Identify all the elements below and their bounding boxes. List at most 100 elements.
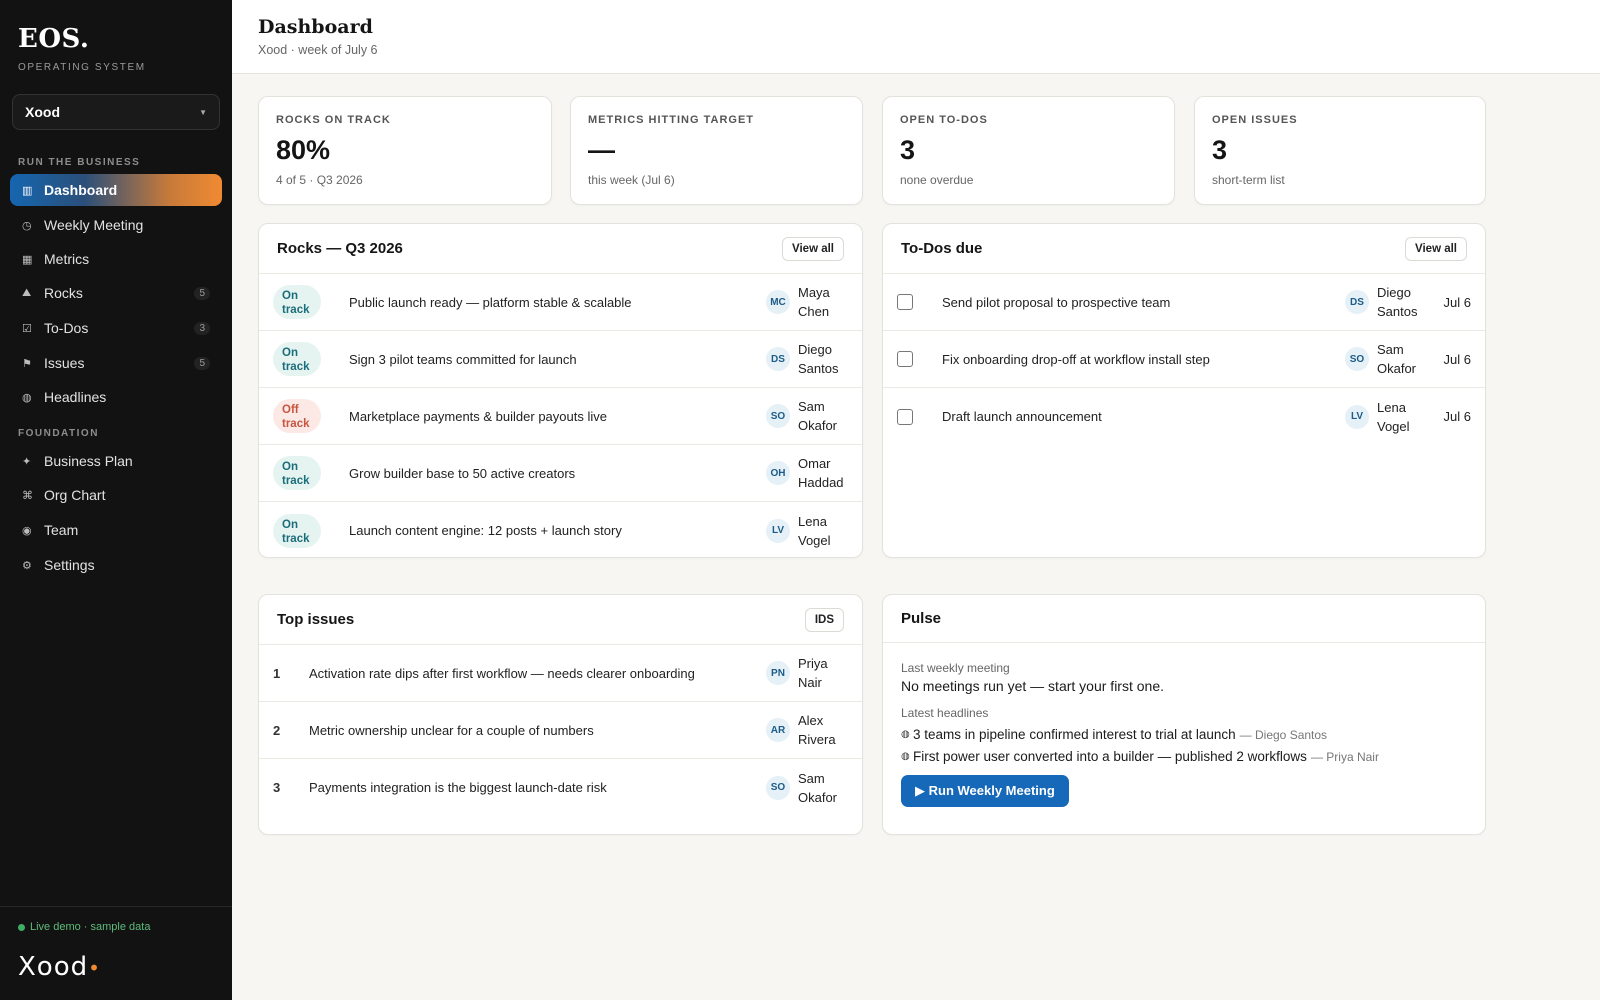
stat-label: METRICS HITTING TARGET bbox=[588, 114, 755, 126]
owner-name: Sam Okafor bbox=[798, 397, 848, 435]
rock-title: Launch content engine: 12 posts + launch… bbox=[349, 523, 622, 538]
sidebar-item-label: Headlines bbox=[44, 389, 107, 405]
todo-checkbox[interactable] bbox=[897, 294, 913, 310]
sidebar-item-dashboard[interactable]: ▥ Dashboard bbox=[10, 174, 222, 206]
brand-name: Xood bbox=[18, 952, 89, 982]
status-line-2: track bbox=[282, 361, 310, 373]
todo-row[interactable]: Draft launch announcement LV Lena Vogel J… bbox=[883, 388, 1485, 445]
owner-last: Vogel bbox=[798, 532, 831, 548]
sidebar-item-org-chart[interactable]: ⌘ Org Chart bbox=[10, 479, 222, 511]
count-badge: 5 bbox=[194, 286, 210, 300]
rock-title: Grow builder base to 50 active creators bbox=[349, 465, 576, 481]
issue-rank: 3 bbox=[273, 780, 281, 795]
todo-row[interactable]: Send pilot proposal to prospective team … bbox=[883, 274, 1485, 331]
todo-title: Fix onboarding drop-off at workflow inst… bbox=[942, 351, 1210, 367]
sidebar-item-settings[interactable]: ⚙ Settings bbox=[10, 549, 222, 581]
card-header: Rocks — Q3 2026 View all bbox=[259, 224, 862, 274]
rock-row[interactable]: On track Public launch ready — platform s… bbox=[259, 274, 862, 331]
view-all-todos-button[interactable]: View all bbox=[1405, 236, 1467, 261]
xood-logo: Xood• bbox=[18, 952, 101, 982]
org-selector[interactable]: Xood ▼ bbox=[12, 94, 220, 130]
logo-subtitle: OPERATING SYSTEM bbox=[18, 62, 146, 73]
rock-row[interactable]: On track Launch content engine: 12 posts … bbox=[259, 502, 862, 559]
owner-name: Lena Vogel bbox=[798, 512, 848, 550]
todos-card: To-Dos due View all Send pilot proposal … bbox=[882, 223, 1486, 558]
issue-row[interactable]: 3 Payments integration is the biggest la… bbox=[259, 759, 862, 816]
owner-name: Omar Haddad bbox=[798, 454, 848, 492]
due-date: Jul 6 bbox=[1443, 409, 1471, 424]
owner-name: Sam Okafor bbox=[798, 769, 848, 807]
sidebar-item-business-plan[interactable]: ✦ Business Plan bbox=[10, 445, 222, 477]
count-badge: 3 bbox=[194, 321, 210, 335]
owner-last: Santos bbox=[798, 361, 839, 376]
status-dot-icon bbox=[18, 923, 25, 931]
mountain-icon: ⛰ bbox=[22, 286, 32, 299]
avatar: AR bbox=[766, 718, 790, 742]
rock-row[interactable]: Off track Marketplace payments & builder … bbox=[259, 388, 862, 445]
status-badge: On track bbox=[273, 285, 321, 319]
owner-first: Maya bbox=[798, 285, 830, 300]
owner-last: Rivera bbox=[798, 732, 836, 747]
dashboard-icon: ▥ bbox=[22, 184, 33, 197]
issue-title: Payments integration is the biggest laun… bbox=[309, 780, 607, 795]
avatar: OH bbox=[766, 461, 790, 485]
headline-author: — Priya Nair bbox=[1310, 749, 1379, 764]
stat-card-todos: OPEN TO-DOS 3 none overdue bbox=[882, 96, 1175, 205]
stat-value: — bbox=[588, 135, 615, 165]
owner-first: Lena bbox=[798, 513, 827, 529]
card-title: To-Dos due bbox=[901, 240, 983, 257]
owner-name: Maya Chen bbox=[798, 283, 848, 321]
eos-logo: EOS. bbox=[18, 24, 90, 54]
todo-checkbox[interactable] bbox=[897, 351, 913, 367]
pulse-card: Pulse Last weekly meeting No meetings ru… bbox=[882, 594, 1486, 835]
sidebar-item-label: Org Chart bbox=[44, 487, 106, 503]
last-meeting-text: No meetings run yet — start your first o… bbox=[901, 678, 1164, 694]
headline-icon: ◍ bbox=[901, 729, 910, 740]
sidebar-item-rocks[interactable]: ⛰ Rocks 5 bbox=[10, 277, 222, 309]
rocks-card: Rocks — Q3 2026 View all On track Public … bbox=[258, 223, 863, 558]
stat-value: 3 bbox=[900, 135, 916, 165]
sidebar-item-metrics[interactable]: ▦ Metrics bbox=[10, 243, 222, 275]
checkbox-icon: ☑ bbox=[22, 322, 32, 335]
avatar: MC bbox=[766, 290, 790, 314]
todo-checkbox[interactable] bbox=[897, 408, 913, 425]
card-title: Top issues bbox=[277, 611, 355, 628]
sidebar-item-weekly-meeting[interactable]: ◷ Weekly Meeting bbox=[10, 209, 222, 241]
run-weekly-meeting-button[interactable]: ▶ Run Weekly Meeting bbox=[901, 775, 1069, 807]
ids-button[interactable]: IDS bbox=[804, 607, 844, 632]
owner-name: Priya Nair bbox=[798, 654, 848, 692]
status-line-2: track bbox=[282, 475, 310, 487]
sidebar-item-label: Metrics bbox=[44, 251, 90, 267]
count-badge: 5 bbox=[194, 356, 210, 370]
status-line-1: On bbox=[282, 290, 298, 302]
sidebar-item-issues[interactable]: ⚑ Issues 5 bbox=[10, 347, 222, 379]
issue-row[interactable]: 2 Metric ownership unclear for a couple … bbox=[259, 702, 862, 759]
sidebar-item-headlines[interactable]: ◍ Headlines bbox=[10, 381, 222, 413]
view-all-rocks-button[interactable]: View all bbox=[782, 236, 844, 261]
headline-text: 3 teams in pipeline confirmed interest t… bbox=[913, 727, 1236, 742]
headline-item: ◍ First power user converted into a buil… bbox=[901, 749, 1467, 764]
sidebar-item-todos[interactable]: ☑ To-Dos 3 bbox=[10, 312, 222, 344]
todo-row[interactable]: Fix onboarding drop-off at workflow inst… bbox=[883, 331, 1485, 388]
status-badge: On track bbox=[273, 456, 321, 490]
owner-name: Diego Santos bbox=[1377, 283, 1427, 321]
avatar: LV bbox=[766, 518, 790, 543]
stat-value: 80% bbox=[276, 135, 331, 165]
section-label-foundation: FOUNDATION bbox=[18, 428, 99, 439]
sparkle-icon: ✦ bbox=[22, 455, 32, 468]
todo-title: Send pilot proposal to prospective team bbox=[942, 294, 1171, 310]
sidebar-item-team[interactable]: ◉ Team bbox=[10, 514, 222, 546]
card-title: Rocks — Q3 2026 bbox=[277, 240, 403, 257]
page-header: Dashboard Xood · week of July 6 bbox=[232, 0, 1600, 74]
pulse-body: Last weekly meeting No meetings run yet … bbox=[883, 643, 1485, 825]
status-line-2: track bbox=[282, 418, 310, 430]
stat-card-issues: OPEN ISSUES 3 short-term list bbox=[1194, 96, 1486, 205]
stat-subtext: short-term list bbox=[1212, 173, 1285, 187]
stat-label: OPEN TO-DOS bbox=[900, 114, 988, 126]
rock-row[interactable]: On track Sign 3 pilot teams committed for… bbox=[259, 331, 862, 388]
issue-row[interactable]: 1 Activation rate dips after first workf… bbox=[259, 645, 862, 702]
owner-first: Sam bbox=[798, 770, 825, 786]
rock-row[interactable]: On track Grow builder base to 50 active c… bbox=[259, 445, 862, 502]
status-line-2: track bbox=[282, 532, 310, 545]
sidebar-item-label: Business Plan bbox=[44, 453, 133, 469]
